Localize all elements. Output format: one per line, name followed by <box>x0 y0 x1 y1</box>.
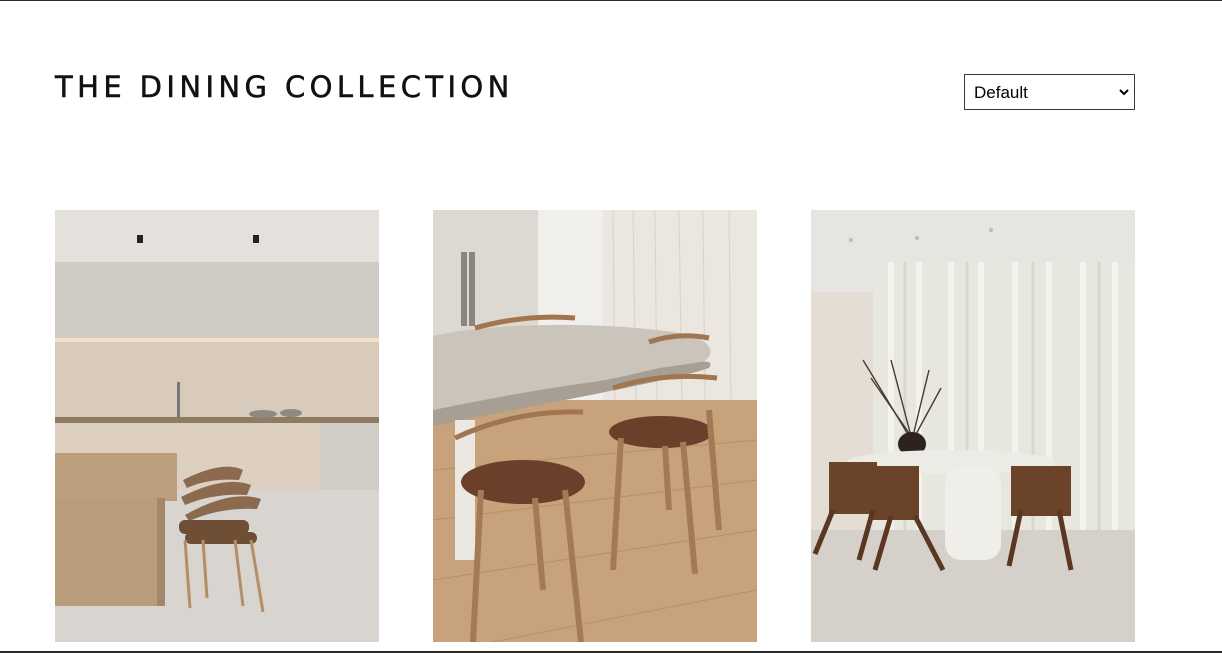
product-card[interactable] <box>55 210 379 642</box>
curved-table-chairs-photo[interactable] <box>433 210 757 642</box>
product-card[interactable] <box>433 210 757 642</box>
oval-table-curtains-photo[interactable] <box>811 210 1135 642</box>
kitchen-island-dining-photo[interactable] <box>55 210 379 642</box>
top-divider <box>0 0 1222 1</box>
page-title: THE DINING COLLECTION <box>55 70 514 105</box>
chevron-down-icon <box>1119 89 1129 96</box>
sort-selected-value: Default <box>974 83 1028 102</box>
sort-select[interactable]: Default <box>964 74 1135 110</box>
product-card[interactable] <box>811 210 1135 642</box>
